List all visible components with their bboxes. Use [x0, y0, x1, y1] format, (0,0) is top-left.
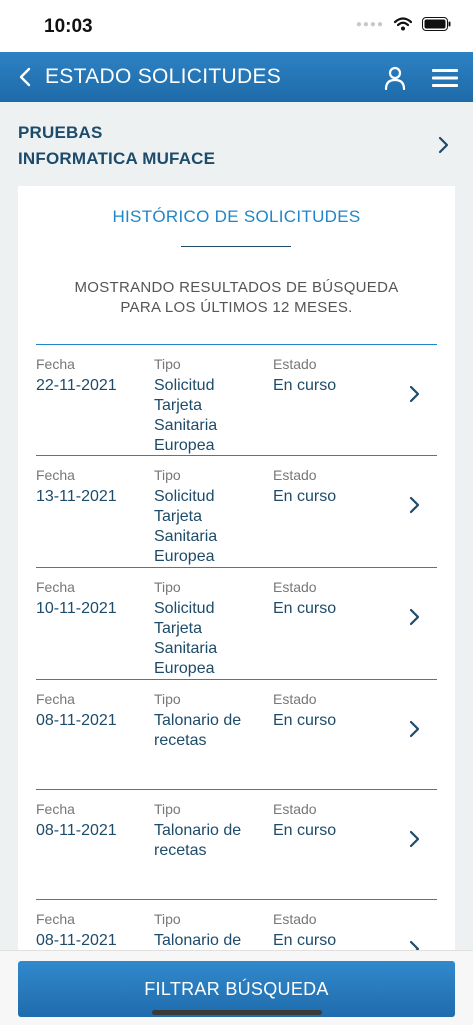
fecha-label: Fecha	[36, 467, 75, 483]
table-row[interactable]: Fecha 08-11-2021 Tipo Talonario derecetas…	[36, 679, 437, 791]
chevron-right-icon[interactable]	[408, 385, 420, 403]
fecha-label: Fecha	[36, 579, 75, 595]
estado-label: Estado	[273, 356, 317, 372]
tipo-label: Tipo	[154, 356, 181, 372]
estado-value: En curso	[273, 932, 337, 949]
estado-label: Estado	[273, 911, 317, 927]
table-row[interactable]: Fecha 13-11-2021 Tipo Solicitud Tarjeta San…	[36, 455, 437, 567]
estado-label: Estado	[273, 467, 317, 483]
fecha-label: Fecha	[36, 691, 75, 707]
estado-value: En curso	[273, 488, 337, 505]
filter-search-button[interactable]: FILTRAR BÚSQUEDA	[18, 961, 455, 1017]
estado-value: En curso	[273, 822, 337, 839]
user-icon[interactable]	[384, 66, 406, 90]
card-title: HISTÓRICO DE SOLICITUDES	[112, 207, 361, 226]
estado-label: Estado	[273, 801, 317, 817]
search-info: MOSTRANDO RESULTADOS DE BÚSQUEDA PARA LO…	[18, 278, 455, 318]
fecha-value: 22-11-2021	[36, 377, 117, 394]
search-info-line1: MOSTRANDO RESULTADOS DE BÚSQUEDA	[74, 279, 399, 296]
home-indicator	[152, 1010, 322, 1015]
search-info-line2: PARA LOS ÚLTIMOS 12 MESES.	[120, 299, 353, 316]
chevron-right-icon[interactable]	[408, 720, 420, 738]
fecha-value: 13-11-2021	[36, 488, 117, 505]
estado-value: En curso	[273, 377, 337, 394]
tipo-value: Solicitud Tarjeta Sanitaria Europea	[154, 377, 218, 454]
organization-selector[interactable]: PRUEBAS INFORMATICA MUFACE	[18, 120, 438, 172]
fecha-value: 08-11-2021	[36, 932, 117, 949]
org-name-line2: INFORMATICA MUFACE	[18, 149, 216, 168]
org-name-line1: PRUEBAS	[18, 123, 103, 142]
tipo-label: Tipo	[154, 691, 181, 707]
estado-label: Estado	[273, 579, 317, 595]
fecha-label: Fecha	[36, 801, 75, 817]
chevron-right-icon[interactable]	[408, 608, 420, 626]
history-card: HISTÓRICO DE SOLICITUDES MOSTRANDO RESUL…	[18, 186, 455, 986]
fecha-label: Fecha	[36, 356, 75, 372]
title-underline	[181, 246, 291, 247]
page-title: ESTADO SOLICITUDES	[45, 65, 282, 88]
estado-value: En curso	[273, 600, 337, 617]
fecha-value: 08-11-2021	[36, 822, 117, 839]
chevron-right-icon[interactable]	[408, 496, 420, 514]
tipo-value: Talonario derecetas	[154, 822, 242, 859]
fecha-value: 10-11-2021	[36, 600, 117, 617]
estado-value: En curso	[273, 712, 337, 729]
tipo-value: Solicitud Tarjeta Sanitaria Europea	[154, 488, 218, 565]
tipo-label: Tipo	[154, 801, 181, 817]
status-icons: ●●●●	[356, 17, 451, 31]
table-row[interactable]: Fecha 10-11-2021 Tipo Solicitud Tarjeta San…	[36, 567, 437, 679]
signal-dots-icon: ●●●●	[355, 18, 384, 30]
wifi-icon	[394, 17, 412, 31]
fecha-label: Fecha	[36, 911, 75, 927]
tipo-label: Tipo	[154, 579, 181, 595]
chevron-right-icon[interactable]	[408, 830, 420, 848]
table-row[interactable]: Fecha 22-11-2021 Tipo Solicitud Tarjeta San…	[36, 344, 437, 456]
estado-label: Estado	[273, 691, 317, 707]
chevron-right-icon[interactable]	[437, 136, 449, 154]
fecha-value: 08-11-2021	[36, 712, 117, 729]
tipo-label: Tipo	[154, 467, 181, 483]
status-time: 10:03	[44, 16, 93, 37]
battery-icon	[422, 17, 451, 31]
back-chevron-icon[interactable]	[18, 67, 32, 87]
top-bar: ESTADO SOLICITUDES	[0, 52, 473, 102]
tipo-value: Solicitud Tarjeta Sanitaria Europea	[154, 600, 218, 677]
menu-icon[interactable]	[432, 69, 458, 87]
tipo-value: Talonario derecetas	[154, 712, 242, 749]
tipo-label: Tipo	[154, 911, 181, 927]
status-bar: 10:03 ●●●●	[0, 0, 473, 52]
table-row[interactable]: Fecha 08-11-2021 Tipo Talonario derecetas…	[36, 789, 437, 901]
